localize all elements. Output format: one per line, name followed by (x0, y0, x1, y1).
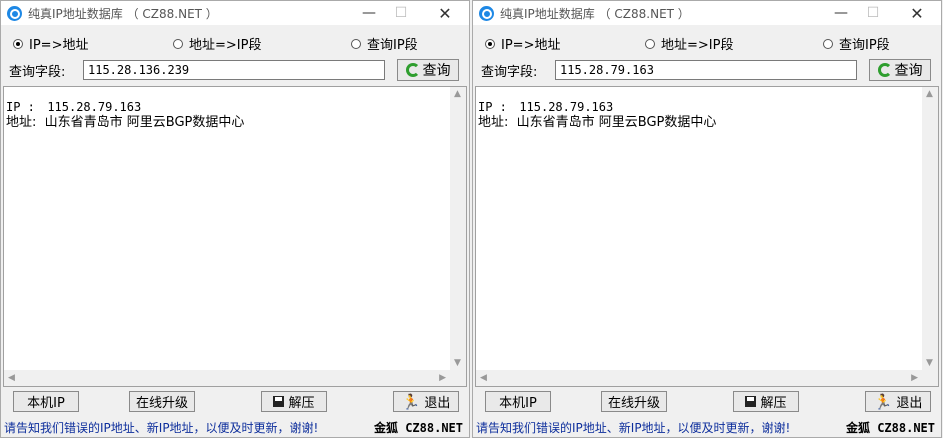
radio-address-to-ip-range[interactable]: 地址=>IP段 (645, 34, 733, 53)
scroll-up-icon[interactable]: ▲ (926, 89, 933, 99)
result-text: IP : 115.28.79.163 地址: 山东省青岛市 阿里云BGP数据中心 (6, 100, 244, 130)
refresh-icon (877, 63, 892, 77)
exit-button-label: 退出 (424, 396, 451, 411)
query-button[interactable]: 查询 (397, 59, 459, 81)
result-area[interactable]: IP : 115.28.79.163 地址: 山东省青岛市 阿里云BGP数据中心… (3, 86, 467, 387)
local-ip-button[interactable]: 本机IP (13, 391, 79, 412)
scroll-left-icon[interactable]: ◀ (8, 373, 15, 383)
horizontal-scrollbar[interactable]: ◀ ▶ (4, 370, 450, 386)
save-icon (745, 396, 757, 407)
vertical-scrollbar[interactable]: ▲ ▼ (450, 87, 466, 370)
result-ip-label: IP : (6, 100, 35, 114)
query-label: 查询字段: (9, 65, 66, 80)
extract-button[interactable]: 解压 (261, 391, 327, 412)
magnifier-globe-icon (7, 5, 22, 21)
radio-dot[interactable] (823, 38, 833, 49)
query-button-label: 查询 (894, 63, 923, 79)
result-area[interactable]: IP : 115.28.79.163 地址: 山东省青岛市 阿里云BGP数据中心… (475, 86, 939, 387)
mode-radio-group: IP=>地址 地址=>IP段 查询IP段 (481, 34, 933, 53)
result-text: IP : 115.28.79.163 地址: 山东省青岛市 阿里云BGP数据中心 (478, 100, 716, 130)
scroll-left-icon[interactable]: ◀ (480, 373, 487, 383)
close-icon[interactable]: ✕ (429, 1, 461, 25)
local-ip-button[interactable]: 本机IP (485, 391, 551, 412)
online-upgrade-button[interactable]: 在线升级 (601, 391, 667, 412)
maximize-icon[interactable]: ☐ (857, 1, 889, 25)
scrollbar-corner (922, 370, 938, 386)
query-button-label: 查询 (422, 63, 451, 79)
exit-button-label: 退出 (896, 396, 923, 411)
minimize-icon[interactable]: — (353, 1, 385, 25)
magnifier-globe-icon (479, 5, 494, 21)
radio-label: 地址=>IP段 (661, 38, 734, 53)
horizontal-scrollbar[interactable]: ◀ ▶ (476, 370, 922, 386)
exit-button[interactable]: 🏃 退出 (865, 391, 931, 412)
radio-query-ip-range[interactable]: 查询IP段 (823, 34, 890, 53)
result-ip-value: 115.28.79.163 (47, 100, 142, 114)
radio-dot[interactable] (351, 38, 361, 49)
result-ip-label: IP : (478, 100, 507, 114)
exit-button[interactable]: 🏃 退出 (393, 391, 459, 412)
scroll-right-icon[interactable]: ▶ (439, 373, 446, 383)
extract-button[interactable]: 解压 (733, 391, 799, 412)
maximize-icon[interactable]: ☐ (385, 1, 417, 25)
radio-dot[interactable] (485, 38, 495, 49)
result-address-value: 山东省青岛市 阿里云BGP数据中心 (516, 115, 717, 130)
radio-dot[interactable] (13, 38, 23, 49)
radio-dot[interactable] (645, 38, 655, 49)
status-bar: 请告知我们错误的IP地址、新IP地址，以便及时更新，谢谢! 金狐 CZ88.NE… (473, 417, 941, 437)
radio-ip-to-address[interactable]: IP=>地址 (13, 34, 88, 53)
running-man-icon: 🏃 (401, 392, 421, 411)
scroll-down-icon[interactable]: ▼ (926, 358, 933, 368)
extract-button-label: 解压 (288, 396, 315, 411)
query-row: 查询字段: 115.28.136.239 查询 (7, 58, 463, 82)
radio-ip-to-address[interactable]: IP=>地址 (485, 34, 560, 53)
result-address-label: 地址: (478, 115, 509, 130)
extract-button-label: 解压 (760, 396, 787, 411)
mode-radio-group: IP=>地址 地址=>IP段 查询IP段 (9, 34, 461, 53)
window-title: 纯真IP地址数据库 （ CZ88.NET ） (500, 6, 690, 21)
result-ip-value: 115.28.79.163 (519, 100, 614, 114)
scroll-right-icon[interactable]: ▶ (911, 373, 918, 383)
query-input[interactable]: 115.28.136.239 (83, 60, 385, 80)
window-title: 纯真IP地址数据库 （ CZ88.NET ） (28, 6, 218, 21)
radio-label: 查询IP段 (367, 38, 418, 53)
radio-label: 地址=>IP段 (189, 38, 262, 53)
minimize-icon[interactable]: — (825, 1, 857, 25)
status-brand[interactable]: 金狐 CZ88.NET (846, 419, 935, 436)
status-bar: 请告知我们错误的IP地址、新IP地址，以便及时更新，谢谢! 金狐 CZ88.NE… (1, 417, 469, 437)
scroll-up-icon[interactable]: ▲ (454, 89, 461, 99)
status-brand[interactable]: 金狐 CZ88.NET (374, 419, 463, 436)
query-row: 查询字段: 115.28.79.163 查询 (479, 58, 935, 82)
action-buttons: 本机IP 在线升级 解压 🏃 退出 (1, 391, 469, 413)
scroll-down-icon[interactable]: ▼ (454, 358, 461, 368)
scrollbar-corner (450, 370, 466, 386)
radio-dot[interactable] (173, 38, 183, 49)
radio-label: IP=>地址 (501, 38, 561, 53)
status-message[interactable]: 请告知我们错误的IP地址、新IP地址，以便及时更新，谢谢! (4, 419, 318, 436)
radio-label: IP=>地址 (29, 38, 89, 53)
title-bar[interactable]: 纯真IP地址数据库 （ CZ88.NET ） — ☐ ✕ (473, 1, 941, 25)
close-icon[interactable]: ✕ (901, 1, 933, 25)
query-input[interactable]: 115.28.79.163 (555, 60, 857, 80)
radio-address-to-ip-range[interactable]: 地址=>IP段 (173, 34, 261, 53)
radio-query-ip-range[interactable]: 查询IP段 (351, 34, 418, 53)
refresh-icon (405, 63, 420, 77)
running-man-icon: 🏃 (873, 392, 893, 411)
query-label: 查询字段: (481, 65, 538, 80)
action-buttons: 本机IP 在线升级 解压 🏃 退出 (473, 391, 941, 413)
ip-lookup-window-right: 纯真IP地址数据库 （ CZ88.NET ） — ☐ ✕ IP=>地址 地址=>… (472, 0, 942, 438)
online-upgrade-button[interactable]: 在线升级 (129, 391, 195, 412)
result-address-label: 地址: (6, 115, 37, 130)
radio-label: 查询IP段 (839, 38, 890, 53)
save-icon (273, 396, 285, 407)
query-button[interactable]: 查询 (869, 59, 931, 81)
vertical-scrollbar[interactable]: ▲ ▼ (922, 87, 938, 370)
result-address-value: 山东省青岛市 阿里云BGP数据中心 (44, 115, 245, 130)
status-message[interactable]: 请告知我们错误的IP地址、新IP地址，以便及时更新，谢谢! (476, 419, 790, 436)
title-bar[interactable]: 纯真IP地址数据库 （ CZ88.NET ） — ☐ ✕ (1, 1, 469, 25)
ip-lookup-window-left: 纯真IP地址数据库 （ CZ88.NET ） — ☐ ✕ IP=>地址 地址=>… (0, 0, 470, 438)
